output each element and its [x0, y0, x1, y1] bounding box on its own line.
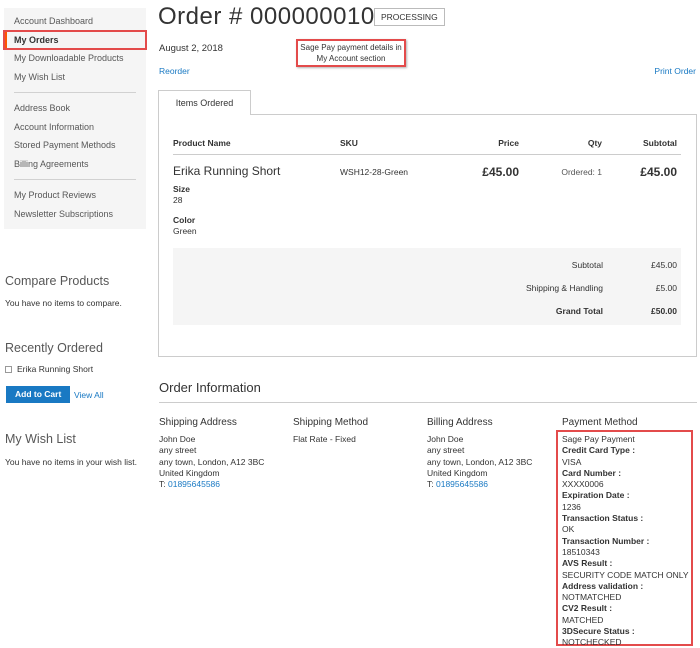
- nav-account-dashboard[interactable]: Account Dashboard: [4, 12, 146, 31]
- page-title: Order # 000000010: [158, 3, 375, 30]
- order-totals: Subtotal £45.00 Shipping & Handling £5.0…: [173, 248, 681, 325]
- billing-address: John Doe any street any town, London, A1…: [427, 434, 532, 490]
- billing-address-line: any street: [427, 445, 465, 456]
- nav-newsletter-subscriptions[interactable]: Newsletter Subscriptions: [4, 205, 146, 224]
- product-qty: Ordered: 1: [561, 167, 602, 177]
- product-name: Erika Running Short: [173, 164, 281, 178]
- payment-method-title: Payment Method: [562, 417, 638, 428]
- option-size-value: 28: [173, 195, 183, 205]
- nav-stored-payment-methods[interactable]: Stored Payment Methods: [4, 136, 146, 155]
- phone-prefix: T:: [159, 479, 166, 490]
- shipping-address-title: Shipping Address: [159, 417, 237, 428]
- nav-my-wish-list[interactable]: My Wish List: [4, 68, 146, 87]
- shipping-method-value: Flat Rate - Fixed: [293, 434, 356, 444]
- shipping-address-line: John Doe: [159, 434, 196, 444]
- shipping-value: £5.00: [655, 283, 677, 293]
- table-header-row: Product Name SKU Price Qty Subtotal: [173, 138, 681, 148]
- payment-field-label: Expiration Date :: [562, 490, 630, 501]
- recent-item: Erika Running Short: [5, 364, 93, 374]
- payment-field-value: NOTCHECKED: [562, 637, 622, 648]
- recently-ordered-title: Recently Ordered: [5, 341, 103, 355]
- product-price: £45.00: [482, 165, 519, 179]
- payment-field-label: Card Number :: [562, 467, 622, 478]
- nav-divider: [14, 92, 136, 93]
- nav-divider: [14, 179, 136, 180]
- header-divider: [173, 154, 681, 155]
- shipping-address: John Doe any street any town, London, A1…: [159, 434, 264, 490]
- reorder-link[interactable]: Reorder: [159, 66, 190, 76]
- wishlist-title: My Wish List: [5, 432, 76, 446]
- account-nav: Account Dashboard My Orders My Downloada…: [3, 8, 147, 229]
- col-subtotal: Subtotal: [643, 138, 677, 148]
- subtotal-value: £45.00: [651, 260, 677, 270]
- payment-field-value: NOTMATCHED: [562, 592, 622, 603]
- col-price: Price: [498, 138, 519, 148]
- payment-field-label: AVS Result :: [562, 558, 613, 569]
- nav-product-reviews[interactable]: My Product Reviews: [4, 186, 146, 205]
- payment-field-label: Transaction Status :: [562, 513, 644, 524]
- billing-phone-row: T: 01895645586: [427, 479, 532, 490]
- option-color-label: Color: [173, 215, 196, 225]
- payment-field-value: 18510343: [562, 546, 600, 557]
- payment-field-value: 1236: [562, 501, 581, 512]
- nav-address-book[interactable]: Address Book: [4, 99, 146, 118]
- shipping-address-line: any street: [159, 445, 197, 456]
- add-to-cart-button[interactable]: Add to Cart: [6, 386, 71, 403]
- tab-items-ordered[interactable]: Items Ordered: [158, 90, 251, 115]
- compare-title: Compare Products: [5, 274, 110, 288]
- option-color-value: Green: [173, 226, 197, 236]
- payment-details: Sage Pay Payment Credit Card Type : VISA…: [562, 434, 689, 648]
- payment-field-label: Transaction Number :: [562, 535, 650, 546]
- annotation-line-1: Sage Pay payment details in: [300, 43, 402, 52]
- phone-prefix: T:: [427, 479, 434, 490]
- billing-address-line: John Doe: [427, 434, 464, 444]
- shipping-phone-row: T: 01895645586: [159, 479, 264, 490]
- nav-billing-agreements[interactable]: Billing Agreements: [4, 155, 146, 174]
- shipping-phone-link[interactable]: 01895645586: [168, 479, 220, 489]
- payment-field-label: 3DSecure Status :: [562, 626, 635, 637]
- product-subtotal: £45.00: [640, 165, 677, 179]
- payment-field-value: MATCHED: [562, 614, 604, 625]
- payment-name: Sage Pay Payment: [562, 434, 635, 444]
- payment-field-value: XXXX0006: [562, 479, 604, 490]
- shipping-address-line: United Kingdom: [159, 467, 220, 478]
- billing-address-line: any town, London, A12 3BC: [427, 456, 533, 467]
- payment-field-label: Address validation :: [562, 580, 644, 591]
- product-sku: WSH12-28-Green: [340, 167, 409, 177]
- payment-field-label: Credit Card Type :: [562, 445, 636, 456]
- nav-my-orders[interactable]: My Orders: [3, 29, 147, 50]
- wishlist-empty-text: You have no items in your wish list.: [5, 457, 137, 467]
- billing-address-line: United Kingdom: [427, 467, 488, 478]
- print-order-link[interactable]: Print Order: [654, 66, 696, 76]
- payment-field-value: SECURITY CODE MATCH ONLY: [562, 569, 689, 580]
- nav-downloadable-products[interactable]: My Downloadable Products: [4, 49, 146, 68]
- billing-address-title: Billing Address: [427, 417, 493, 428]
- grand-total-value: £50.00: [651, 306, 677, 316]
- grand-total-label: Grand Total: [555, 306, 603, 316]
- compare-empty-text: You have no items to compare.: [5, 298, 122, 308]
- col-product-name: Product Name: [173, 138, 231, 148]
- billing-phone-link[interactable]: 01895645586: [436, 479, 488, 489]
- section-divider: [159, 402, 697, 403]
- nav-account-information[interactable]: Account Information: [4, 118, 146, 137]
- view-all-link[interactable]: View All: [74, 390, 104, 400]
- annotation-line-2: My Account section: [316, 54, 386, 63]
- payment-field-value: OK: [562, 524, 575, 535]
- option-size-label: Size: [173, 184, 191, 194]
- payment-field-label: CV2 Result :: [562, 603, 613, 614]
- recent-item-checkbox[interactable]: [5, 365, 12, 373]
- order-date: August 2, 2018: [159, 43, 223, 54]
- annotation-callout: Sage Pay payment details in My Account s…: [296, 39, 406, 67]
- shipping-address-line: any town, London, A12 3BC: [159, 456, 265, 467]
- col-sku: SKU: [340, 138, 358, 148]
- shipping-label: Shipping & Handling: [525, 283, 603, 293]
- shipping-method-title: Shipping Method: [293, 417, 369, 428]
- subtotal-label: Subtotal: [571, 260, 603, 270]
- payment-field-value: VISA: [562, 456, 582, 467]
- order-information-title: Order Information: [159, 380, 261, 395]
- order-status-badge: PROCESSING: [374, 8, 445, 26]
- recent-item-name: Erika Running Short: [17, 364, 94, 374]
- col-qty: Qty: [587, 138, 602, 148]
